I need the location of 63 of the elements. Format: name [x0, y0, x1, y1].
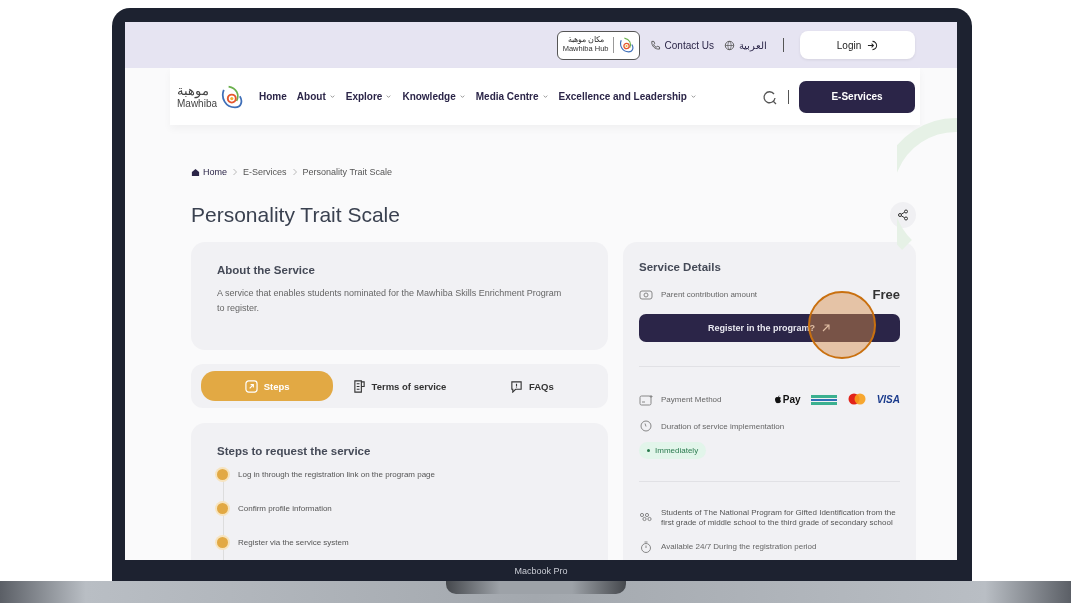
card-heading: Steps to request the service [217, 445, 372, 457]
step-dot [217, 503, 228, 514]
share-button[interactable] [890, 202, 916, 228]
logo-icon [617, 36, 634, 54]
breadcrumb-link[interactable]: Personality Trait Scale [302, 167, 393, 177]
detail-label: Parent contribution amount [661, 290, 758, 299]
e-services-button[interactable]: E-Services [799, 80, 915, 113]
globe-icon [724, 39, 735, 51]
caret-icon [328, 93, 336, 100]
breadcrumb-link[interactable]: Home [191, 167, 227, 177]
chat-question-icon [509, 379, 523, 393]
mastercard-icon [846, 393, 867, 406]
search-icon[interactable] [762, 88, 778, 105]
nav-link[interactable]: Excellence and Leadership [558, 91, 697, 102]
document-icon [352, 379, 366, 393]
caret-icon [541, 93, 549, 100]
step-dot [217, 537, 228, 548]
home-icon [191, 167, 200, 177]
caret-icon [458, 93, 466, 100]
caret-icon [385, 93, 393, 100]
nav-link[interactable]: Media Centre [475, 91, 549, 102]
step-text: Confirm profile information [238, 504, 332, 513]
card-heading: About the Service [217, 264, 316, 276]
arrow-icon [821, 323, 831, 333]
caret-icon [689, 93, 697, 100]
login-button[interactable]: Login [800, 31, 915, 59]
nav-link[interactable]: Knowledge [402, 91, 466, 102]
language-link[interactable]: العربية [724, 39, 767, 51]
service-description: A service that enables students nominated for the Mawhiba Skills Enrichment Program to register. [217, 287, 563, 316]
apple-pay-logo: Pay [773, 394, 801, 405]
nav-link[interactable]: Explore [345, 91, 393, 102]
phone-icon [649, 39, 661, 51]
chevron-icon [232, 168, 238, 176]
detail-label: Duration of service implementation [661, 421, 785, 431]
logo-arabic-text: موهبة [177, 83, 209, 99]
money-icon [639, 288, 653, 301]
wallet-logo-icon [810, 393, 837, 406]
step-text: Log in through the registration link on the program page [238, 470, 435, 479]
chevron-icon [291, 168, 298, 176]
stopwatch-icon [639, 540, 653, 553]
contact-link[interactable]: Contact Us [649, 39, 714, 51]
card-payment-icon [639, 393, 653, 406]
breadcrumb-link[interactable]: E-Services [243, 167, 287, 177]
visa-logo: VISA [876, 394, 900, 405]
clock-icon [639, 420, 653, 432]
detail-label: Payment Method [661, 395, 722, 404]
fee-value: Free [872, 287, 900, 302]
availability-text: Available 24/7 During the registration period [661, 542, 817, 552]
tab[interactable]: Terms of service [333, 371, 466, 401]
eligibility-text: Students of The National Program for Gifted Identification from the first grade of middle school to the third grade of secondary school [661, 508, 897, 529]
page-title: Personality Trait Scale [191, 203, 400, 227]
step-dot [217, 469, 228, 480]
card-heading: Service Details [639, 261, 722, 273]
share-icon [897, 209, 909, 221]
nav-link[interactable]: Home [259, 91, 287, 102]
tab[interactable]: FAQs [465, 371, 598, 401]
steps-icon [244, 379, 258, 393]
duration-tag: Immediately [639, 442, 707, 459]
logo-text: Mawhiba [177, 98, 218, 110]
step-text: Register via the service system [238, 538, 349, 547]
device-label: Macbook Pro [513, 564, 569, 578]
login-icon [867, 39, 879, 51]
nav-link[interactable]: About [296, 91, 336, 102]
